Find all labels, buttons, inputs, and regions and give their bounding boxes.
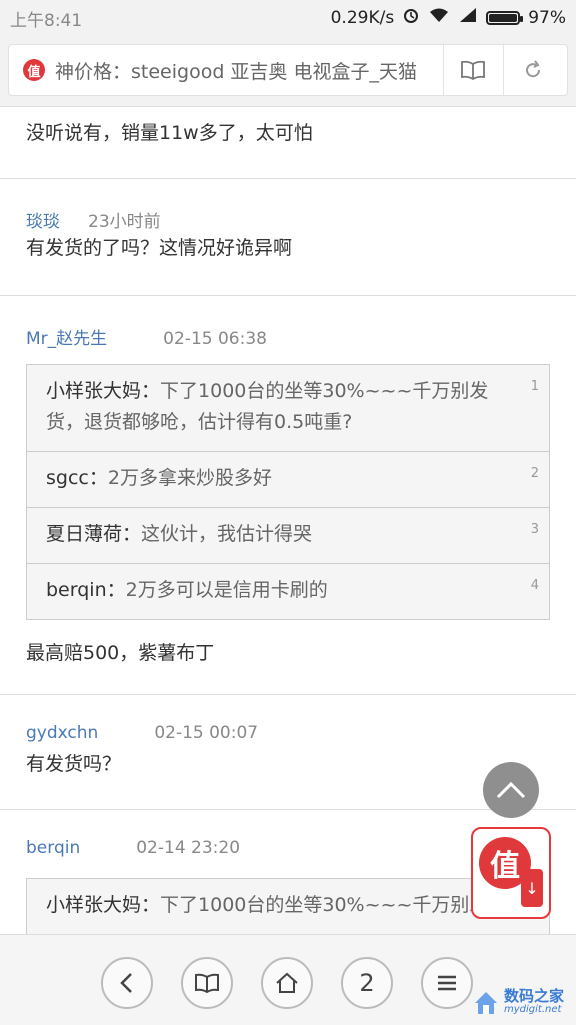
comment-body: 最高赔500，紫薯布丁 <box>26 642 215 664</box>
comment-time: 02-14 23:20 <box>136 838 241 858</box>
book-icon <box>461 60 485 80</box>
reload-icon <box>526 60 541 78</box>
quote-author: 夏日薄荷： <box>46 523 142 545</box>
site-watermark: 数码之家 mydigit.net <box>472 985 576 1021</box>
wifi-icon <box>428 7 450 28</box>
quote-floor: 1 <box>530 379 539 394</box>
alarm-icon <box>402 6 420 29</box>
tabs-count: 2 <box>359 969 375 997</box>
quote-floor: 3 <box>530 522 539 537</box>
status-bar: 上午8:41 0.29K/s 97% <box>0 0 576 34</box>
quote-item: sgcc：2万多拿来炒股多好 2 <box>27 452 549 508</box>
quote-author: berqin： <box>46 579 126 601</box>
scroll-top-button[interactable] <box>483 762 539 818</box>
address-bar: 值 神价格：steeigood 亚吉奥 电视盒子_天猫 <box>0 34 576 107</box>
book-icon <box>195 973 219 993</box>
quote-item: berqin：2万多可以是信用卡刷的 4 <box>27 564 549 619</box>
comment-body: 有发货的了吗？这情况好诡异啊 <box>26 237 293 259</box>
quote-block: 小样张大妈：下了1000台的坐等30%~~~千万别发货，退货都够呛，估计得有0.… <box>26 364 550 620</box>
app-download-badge[interactable]: 值 ↓ <box>471 827 551 919</box>
signal-icon <box>458 7 478 28</box>
quote-author: 小样张大妈： <box>46 894 161 916</box>
comment-author[interactable]: 琰琰 <box>26 207 60 232</box>
page-title[interactable]: 神价格：steeigood 亚吉奥 电视盒子_天猫 <box>55 57 425 84</box>
comment-list[interactable]: 没听说有，销量11w多了，太可怕 琰琰 23小时前 有发货的了吗？这情况好诡异啊… <box>0 106 576 934</box>
quote-text: 2万多可以是信用卡刷的 <box>125 579 328 601</box>
quote-item: 夏日薄荷：这伙计，我估计得哭 3 <box>27 508 549 564</box>
comment-time: 23小时前 <box>88 212 161 232</box>
home-icon <box>276 972 298 993</box>
site-favicon: 值 <box>23 59 45 81</box>
comment-item: Mr_赵先生 02-15 06:38 小样张大妈：下了1000台的坐等30%~~… <box>0 296 576 695</box>
comment-body: 有发货吗？ <box>26 753 122 775</box>
comment-author[interactable]: gydxchn <box>26 723 98 743</box>
back-button[interactable] <box>101 957 153 1009</box>
comment-item: 没听说有，销量11w多了，太可怕 <box>0 106 576 179</box>
menu-button[interactable] <box>421 957 473 1009</box>
quote-text: 下了1000台的坐等30%~~~千万别发 <box>160 894 489 916</box>
quote-floor: 2 <box>530 466 539 481</box>
quote-item: 小样张大妈：下了1000台的坐等30%~~~千万别发货，退货都够呛，估计得有0.… <box>27 365 549 452</box>
quote-author: 小样张大妈： <box>46 380 161 402</box>
comment-time: 02-15 06:38 <box>163 329 267 349</box>
chevron-up-icon <box>496 781 526 799</box>
quote-text: 这伙计，我估计得哭 <box>141 523 313 545</box>
menu-icon <box>438 975 456 991</box>
reader-mode-button[interactable] <box>443 45 502 95</box>
comment-author[interactable]: berqin <box>26 838 80 858</box>
chevron-left-icon <box>120 973 132 993</box>
quote-author: sgcc： <box>46 467 108 489</box>
home-button[interactable] <box>261 957 313 1009</box>
download-phone-icon: ↓ <box>521 869 543 907</box>
url-box[interactable]: 值 神价格：steeigood 亚吉奥 电视盒子_天猫 <box>8 44 568 96</box>
network-speed: 0.29K/s <box>330 7 395 28</box>
comment-time: 02-15 00:07 <box>154 723 259 743</box>
watermark-en: mydigit.net <box>504 1004 562 1015</box>
quote-floor: 4 <box>530 578 539 593</box>
tabs-button[interactable]: 2 <box>341 957 393 1009</box>
comment-item: 琰琰 23小时前 有发货的了吗？这情况好诡异啊 <box>0 179 576 296</box>
status-time: 上午8:41 <box>10 11 83 31</box>
battery-percent: 97% <box>528 7 566 28</box>
house-logo-icon <box>475 992 497 1014</box>
reload-button[interactable] <box>503 45 562 95</box>
bookmarks-button[interactable] <box>181 957 233 1009</box>
comment-author[interactable]: Mr_赵先生 <box>26 324 107 349</box>
battery-icon <box>486 10 524 25</box>
quote-text: 2万多拿来炒股多好 <box>107 467 272 489</box>
watermark-cn: 数码之家 <box>504 987 565 1005</box>
comment-body: 没听说有，销量11w多了，太可怕 <box>26 122 313 144</box>
